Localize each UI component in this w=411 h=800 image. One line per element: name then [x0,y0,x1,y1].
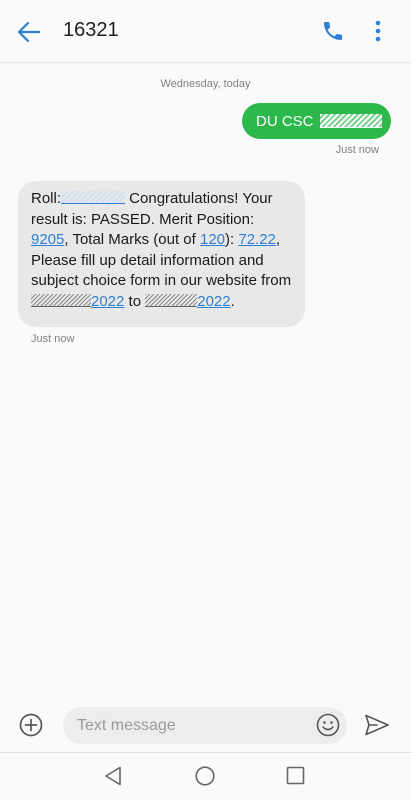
total-marks-link[interactable]: 72.22 [238,231,276,248]
out-of-link[interactable]: 120 [200,231,225,248]
sent-message-time: Just now [335,144,379,156]
end-year-link[interactable]: 2022 [197,293,230,310]
nav-home-icon [195,766,215,786]
system-navigation-bar [0,753,411,800]
phone-icon [324,22,342,40]
send-button[interactable] [364,713,390,737]
roll-label: Roll: [31,190,62,207]
sent-message-bubble[interactable]: DU CSC [242,103,391,139]
plus-circle-icon [19,713,43,737]
app-bar: 16321 [0,0,411,62]
add-attachment-button[interactable] [19,713,43,737]
nav-home-button[interactable] [194,765,216,787]
nav-recents-icon [286,766,305,785]
nav-recents-button[interactable] [286,766,305,785]
emoji-icon [316,713,340,737]
more-vertical-icon [375,20,381,42]
text-message-input[interactable] [63,707,347,744]
nav-back-button[interactable] [103,765,123,787]
redacted-roll-number [319,114,382,128]
sent-message-text: DU CSC [256,112,314,130]
merit-position-link[interactable]: 9205 [31,231,64,248]
more-options-button[interactable] [366,16,390,46]
message-text-3: ): [225,231,239,249]
redacted-start-date [31,293,91,307]
message-text-2: , Total Marks (out of [64,231,200,249]
received-message-bubble[interactable]: Roll: Congratulations! Your result is: P… [18,181,305,327]
message-text-5: to [124,292,146,310]
emoji-button[interactable] [316,713,340,737]
send-icon [365,714,389,736]
conversation-title: 16321 [63,19,119,41]
redacted-end-date [145,293,198,307]
redacted-roll-link[interactable] [61,191,126,204]
call-button[interactable] [318,16,348,46]
nav-back-icon [105,766,121,786]
message-text-6: . [230,292,235,310]
received-message-time: Just now [31,333,75,345]
message-composer [0,700,411,752]
header-divider [0,62,411,63]
back-button[interactable] [14,17,44,47]
arrow-left-icon [17,21,41,43]
date-separator: Wednesday, today [160,78,251,90]
start-year-link[interactable]: 2022 [91,293,124,310]
